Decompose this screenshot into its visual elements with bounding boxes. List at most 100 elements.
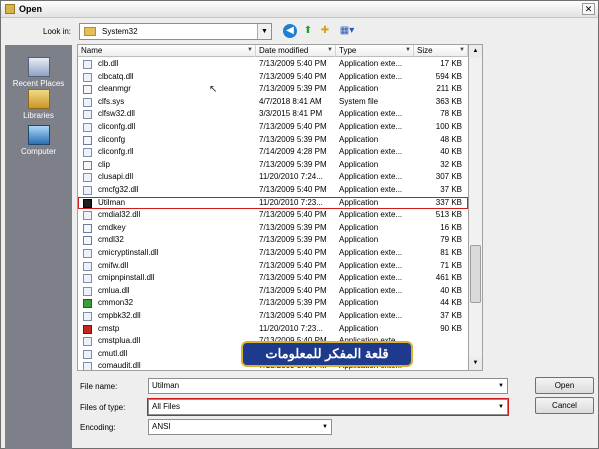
file-row[interactable]: cmipnpinstall.dll 7/13/2009 5:40 PM Applic…: [78, 272, 468, 284]
file-name: cmdkey: [98, 222, 126, 232]
file-row[interactable]: clfsw32.dll 3/3/2015 8:41 PM Application e…: [78, 108, 468, 120]
chevron-down-icon[interactable]: ▼: [495, 400, 507, 414]
file-row[interactable]: cliconfg.dll 7/13/2009 5:40 PM Application…: [78, 121, 468, 133]
file-row[interactable]: cmdl32 7/13/2009 5:39 PM Application 79 KB: [78, 234, 468, 246]
file-size: 40 KB: [440, 285, 462, 295]
file-type: Application exte...: [339, 71, 403, 81]
file-row[interactable]: cmifw.dll 7/13/2009 5:40 PM Application ex…: [78, 260, 468, 272]
chevron-down-icon[interactable]: ▼: [257, 24, 271, 39]
chevron-down-icon[interactable]: ▼: [247, 45, 253, 56]
file-name: cmstp: [98, 323, 120, 333]
up-folder-icon[interactable]: ⬆: [301, 24, 315, 38]
file-type: Application: [339, 134, 379, 144]
place-label: Recent Places: [12, 79, 65, 88]
back-arrow-icon[interactable]: ◀: [283, 24, 297, 38]
file-date: 7/13/2009 5:39 PM: [259, 84, 327, 94]
scroll-up-icon[interactable]: ▲: [469, 45, 482, 58]
place-computer[interactable]: Computer: [5, 125, 72, 156]
file-type: Application: [339, 159, 379, 169]
file-name: cliconfg.dll: [98, 122, 136, 131]
file-name: cmdl32: [98, 235, 124, 245]
file-row[interactable]: cleanmgr 7/13/2009 5:39 PM Application 211 …: [78, 83, 468, 95]
file-row[interactable]: cmmon32 7/13/2009 5:39 PM Application 44 KB: [78, 297, 468, 309]
file-date: 7/13/2009 5:39 PM: [259, 134, 327, 144]
new-folder-icon[interactable]: ✚: [318, 24, 332, 38]
column-label: Type: [339, 46, 357, 55]
file-row[interactable]: cmicryptinstall.dll 7/13/2009 5:40 PM Appl…: [78, 247, 468, 259]
file-row[interactable]: cmpbk32.dll 7/13/2009 5:40 PM Application …: [78, 310, 468, 322]
views-menu-icon[interactable]: ▦▾: [337, 24, 357, 38]
file-row[interactable]: cmdial32.dll 7/13/2009 5:40 PM Application…: [78, 209, 468, 221]
chevron-down-icon[interactable]: ▼: [405, 45, 411, 56]
cancel-button[interactable]: Cancel: [535, 397, 594, 414]
file-row[interactable]: clbcatq.dll 7/13/2009 5:40 PM Application …: [78, 71, 468, 83]
file-size: 337 KB: [435, 197, 462, 207]
file-name: Utilman: [98, 197, 126, 207]
chevron-down-icon[interactable]: ▼: [495, 379, 507, 393]
scroll-down-icon[interactable]: ▼: [469, 357, 482, 370]
file-name: clip: [98, 159, 111, 169]
file-type: Application exte...: [339, 260, 403, 270]
file-row[interactable]: cmlua.dll 7/13/2009 5:40 PM Application ex…: [78, 285, 468, 297]
file-date: 7/13/2009 5:39 PM: [259, 298, 327, 308]
file-row[interactable]: cmcfg32.dll 7/13/2009 5:40 PM Application …: [78, 184, 468, 196]
file-row[interactable]: clb.dll 7/13/2009 5:40 PM Application exte…: [78, 58, 468, 70]
dll-icon: [83, 249, 92, 258]
close-button[interactable]: ✕: [582, 3, 595, 15]
chevron-down-icon[interactable]: ▼: [319, 420, 331, 434]
file-row[interactable]: Utilman 11/20/2010 7:23... Application 337 …: [78, 196, 468, 209]
file-list[interactable]: Name ▼ Date modified ▼ Type ▼ Size ▼ clb.dll…: [77, 44, 469, 371]
column-label: Size: [417, 46, 433, 55]
title-bar[interactable]: Open ✕: [1, 1, 598, 18]
file-row[interactable]: clip 7/13/2009 5:39 PM Application 32 KB: [78, 159, 468, 171]
file-date: 3/3/2015 8:41 PM: [259, 109, 323, 119]
file-type: Application: [339, 84, 379, 94]
look-in-dropdown[interactable]: System32 ▼: [79, 23, 272, 40]
exe-icon: [83, 85, 92, 95]
column-header-size[interactable]: Size ▼: [414, 45, 468, 57]
dll-icon: [83, 60, 92, 69]
place-libraries[interactable]: Libraries: [5, 89, 72, 120]
file-row[interactable]: cliconfg 7/13/2009 5:39 PM Application 48 K…: [78, 134, 468, 146]
file-row[interactable]: cmdkey 7/13/2009 5:39 PM Application 16 KB: [78, 222, 468, 234]
file-date: 7/13/2009 5:40 PM: [259, 248, 327, 257]
file-type: Application: [339, 323, 379, 333]
file-size: 594 KB: [435, 71, 462, 81]
file-type-label: Files of type:: [80, 403, 126, 412]
file-name: cliconfg.rll: [98, 147, 134, 157]
chevron-down-icon[interactable]: ▼: [459, 45, 465, 56]
file-row[interactable]: cliconfg.rll 7/14/2009 4:28 PM Application…: [78, 146, 468, 158]
file-name-input[interactable]: Utilman ▼: [148, 378, 508, 394]
exe-icon: [83, 223, 92, 233]
open-button[interactable]: Open: [535, 377, 594, 394]
cmmon-icon: [83, 299, 92, 309]
file-name: clb.dll: [98, 59, 119, 68]
file-type: Application exte...: [339, 248, 403, 257]
vertical-scrollbar[interactable]: ▲ ▼: [469, 44, 483, 371]
file-type: Application exte...: [339, 172, 403, 182]
encoding-select[interactable]: ANSI ▼: [148, 419, 332, 435]
file-row[interactable]: clusapi.dll 11/20/2010 7:24... Application…: [78, 171, 468, 183]
chevron-down-icon[interactable]: ▼: [327, 45, 333, 56]
file-size: 90 KB: [440, 323, 462, 333]
exe-icon: [83, 160, 92, 170]
file-type: Application exte...: [339, 285, 403, 295]
dll-icon: [83, 362, 92, 370]
dll-icon: [83, 274, 92, 284]
file-size: 71 KB: [440, 260, 462, 270]
dll-icon: [83, 186, 92, 195]
scroll-thumb[interactable]: [470, 245, 481, 303]
recent-places-icon: [27, 57, 50, 77]
dll-icon: [83, 349, 92, 359]
file-row[interactable]: cmstp 11/20/2010 7:23... Application 90 KB: [78, 323, 468, 335]
column-header-name[interactable]: Name ▼: [78, 45, 256, 57]
file-size: 81 KB: [440, 248, 462, 257]
file-name: cmlua.dll: [98, 285, 130, 295]
file-date: 4/7/2018 8:41 AM: [259, 96, 322, 106]
column-header-date[interactable]: Date modified ▼: [256, 45, 336, 57]
place-recent-places[interactable]: Recent Places: [5, 57, 72, 88]
look-in-label: Look in:: [43, 27, 72, 36]
file-row[interactable]: clfs.sys 4/7/2018 8:41 AM System file 363 K…: [78, 96, 468, 108]
column-header-type[interactable]: Type ▼: [336, 45, 414, 57]
file-type-select[interactable]: All Files ▼: [147, 398, 509, 416]
